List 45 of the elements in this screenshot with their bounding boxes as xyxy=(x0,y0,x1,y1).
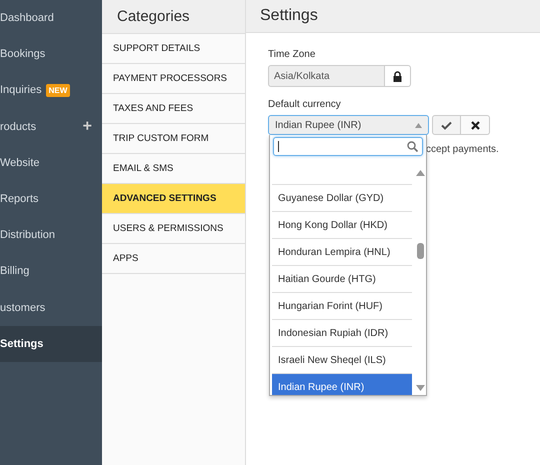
sidebar-item[interactable]: roducts + xyxy=(0,108,102,145)
categories-title: Categories xyxy=(117,8,190,25)
category-item[interactable]: USERS & PERMISSIONS xyxy=(102,214,245,244)
category-item[interactable]: SUPPORT DETAILS xyxy=(102,34,245,64)
currency-option[interactable]: Guyanese Dollar (GYD) xyxy=(272,184,412,211)
currency-label: Default currency xyxy=(268,99,342,110)
scroll-up-icon xyxy=(416,170,424,176)
currency-option[interactable]: Haitian Gourde (HTG) xyxy=(272,265,412,292)
sidebar-item[interactable]: Website xyxy=(0,144,102,181)
lock-button[interactable] xyxy=(385,65,411,87)
sidebar-item[interactable]: Reports xyxy=(0,180,102,218)
confirm-button[interactable] xyxy=(432,115,461,135)
add-button[interactable]: + xyxy=(82,118,92,136)
category-item[interactable]: APPS xyxy=(102,244,245,274)
currency-select[interactable]: Indian Rupee (INR) xyxy=(268,115,429,135)
category-item[interactable]: ADVANCED SETTINGS xyxy=(102,184,245,214)
currency-hint: ccept payments. xyxy=(426,144,499,155)
currency-option[interactable]: Indian Rupee (INR) xyxy=(272,373,412,395)
sidebar-item[interactable]: Settings xyxy=(0,326,102,362)
sidebar-item[interactable]: ustomers xyxy=(0,290,102,326)
sidebar-item[interactable]: Inquiries NEW xyxy=(0,72,102,109)
category-item[interactable]: TRIP CUSTOM FORM xyxy=(102,124,245,154)
time-zone-field[interactable]: Asia/Kolkata xyxy=(268,65,385,87)
scroll-down-icon xyxy=(416,385,424,391)
currency-option[interactable]: Hungarian Forint (HUF) xyxy=(272,292,412,319)
sidebar-item[interactable]: Bookings xyxy=(0,36,102,72)
category-item[interactable]: PAYMENT PROCESSORS xyxy=(102,64,245,94)
scroll-thumb[interactable] xyxy=(416,242,424,258)
cancel-button[interactable] xyxy=(461,115,490,135)
currency-option[interactable]: Honduran Lempira (HNL) xyxy=(272,238,412,265)
caret-icon xyxy=(415,122,422,128)
sidebar-item[interactable]: Distribution xyxy=(0,217,102,254)
settings-title: Settings xyxy=(260,7,318,25)
category-item[interactable]: TAXES AND FEES xyxy=(102,94,245,124)
sidebar-item[interactable]: Dashboard xyxy=(0,0,102,36)
close-icon xyxy=(470,120,480,130)
search-field[interactable] xyxy=(273,137,423,156)
sidebar-item[interactable]: Billing xyxy=(0,253,102,290)
time-zone-label: Time Zone xyxy=(268,49,316,60)
search-icon xyxy=(407,141,418,152)
lock-icon xyxy=(393,70,402,82)
check-icon xyxy=(441,120,452,130)
currency-option[interactable]: Indonesian Rupiah (IDR) xyxy=(272,319,412,346)
new-badge: NEW xyxy=(46,84,70,97)
currency-option[interactable]: Hong Kong Dollar (HKD) xyxy=(272,211,412,238)
